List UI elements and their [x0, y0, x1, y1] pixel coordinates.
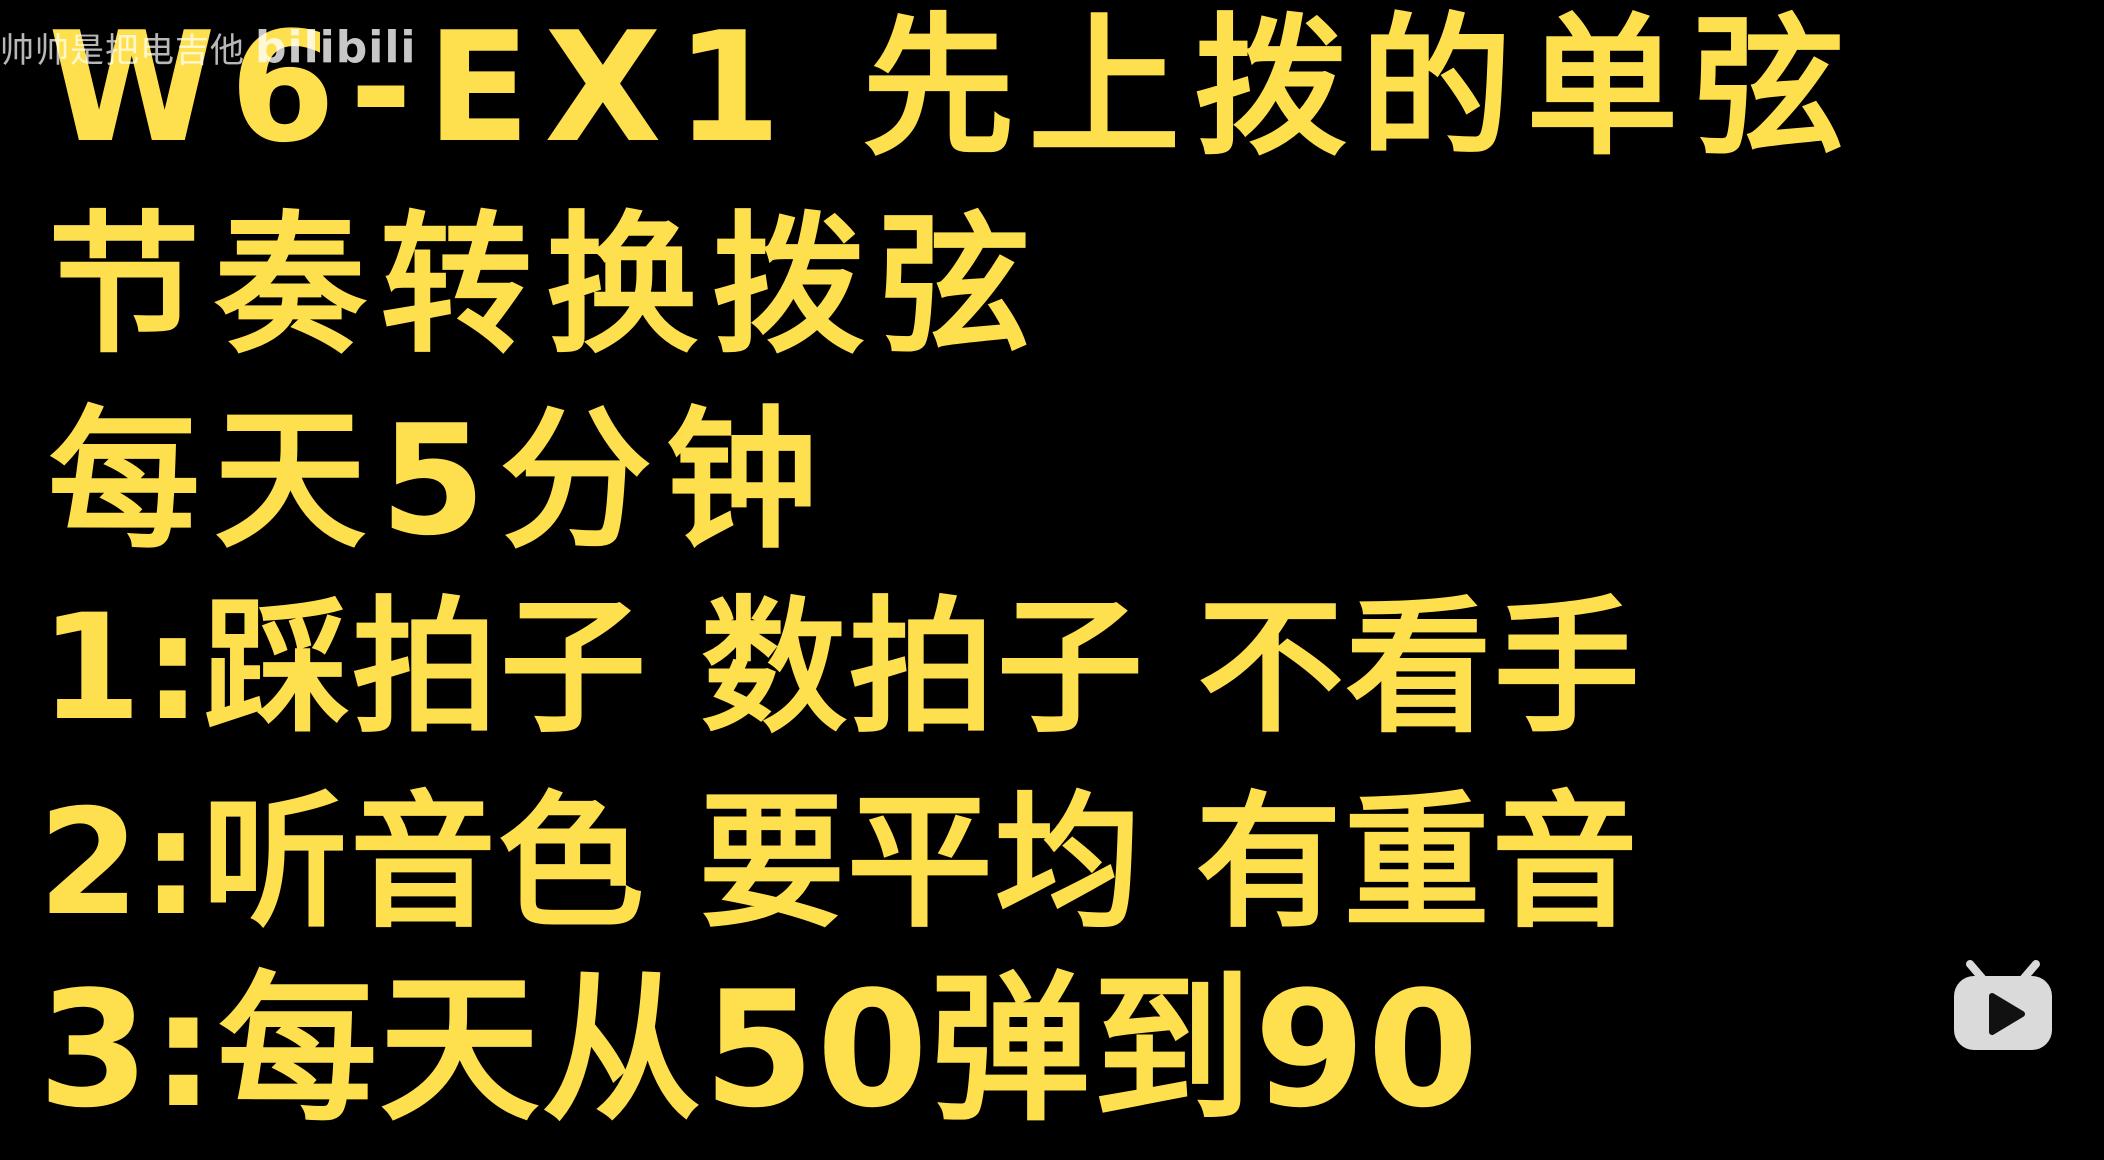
tip-line-1: 1:踩拍子 数拍子 不看手 [40, 583, 1642, 753]
uploader-name: 帅帅是把电吉他 [0, 31, 245, 71]
video-frame[interactable]: 帅帅是把电吉他 bilibili W6-EX1 先上拨的单弦 节奏转换拨弦 每天… [0, 0, 2104, 1160]
tip-line-3: 3:每天从50弹到90 [38, 956, 1481, 1143]
uploader-watermark: 帅帅是把电吉他 bilibili [0, 22, 416, 73]
duration-line: 每天5分钟 [48, 392, 832, 569]
bilibili-tv-play-icon[interactable] [1948, 958, 2058, 1054]
subtitle-line: 节奏转换拨弦 [48, 197, 1044, 374]
bilibili-logo: bilibili [255, 22, 417, 73]
tip-line-2: 2:听音色 要平均 有重音 [38, 778, 1640, 948]
